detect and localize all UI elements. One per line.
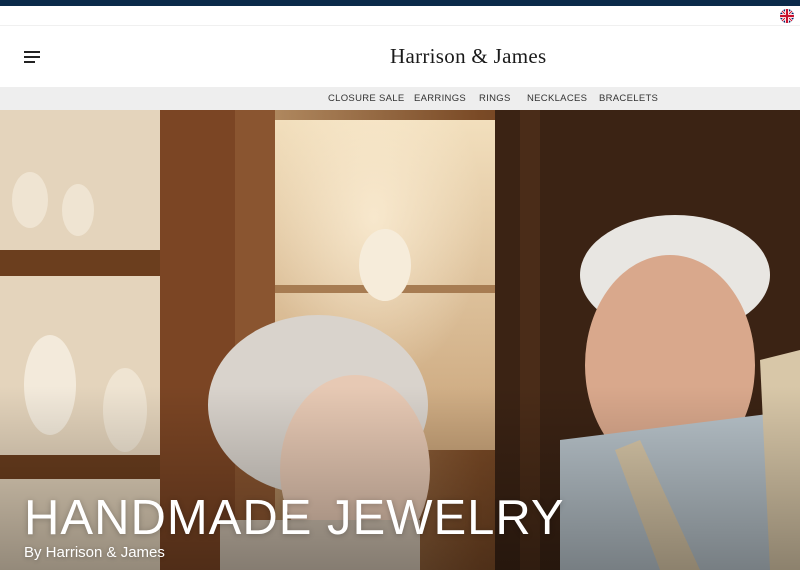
uk-flag-icon[interactable] xyxy=(780,9,794,23)
utility-bar xyxy=(0,6,800,26)
main-nav: CLOSURE SALE EARRINGS RINGS NECKLACES BR… xyxy=(0,87,800,110)
site-logo[interactable]: Harrison & James xyxy=(390,44,546,69)
nav-item-necklaces[interactable]: NECKLACES xyxy=(527,93,587,104)
nav-item-earrings[interactable]: EARRINGS xyxy=(414,93,466,104)
hero-banner: HANDMADE JEWELRY By Harrison & James xyxy=(0,110,800,570)
hero-subtitle: By Harrison & James xyxy=(24,544,165,561)
hero-title: HANDMADE JEWELRY xyxy=(24,491,565,545)
site-header: Harrison & James xyxy=(0,27,800,87)
nav-item-closure-sale[interactable]: CLOSURE SALE xyxy=(328,93,404,104)
nav-item-rings[interactable]: RINGS xyxy=(479,93,511,104)
nav-item-bracelets[interactable]: BRACELETS xyxy=(599,93,658,104)
hamburger-menu-icon[interactable] xyxy=(24,49,42,65)
